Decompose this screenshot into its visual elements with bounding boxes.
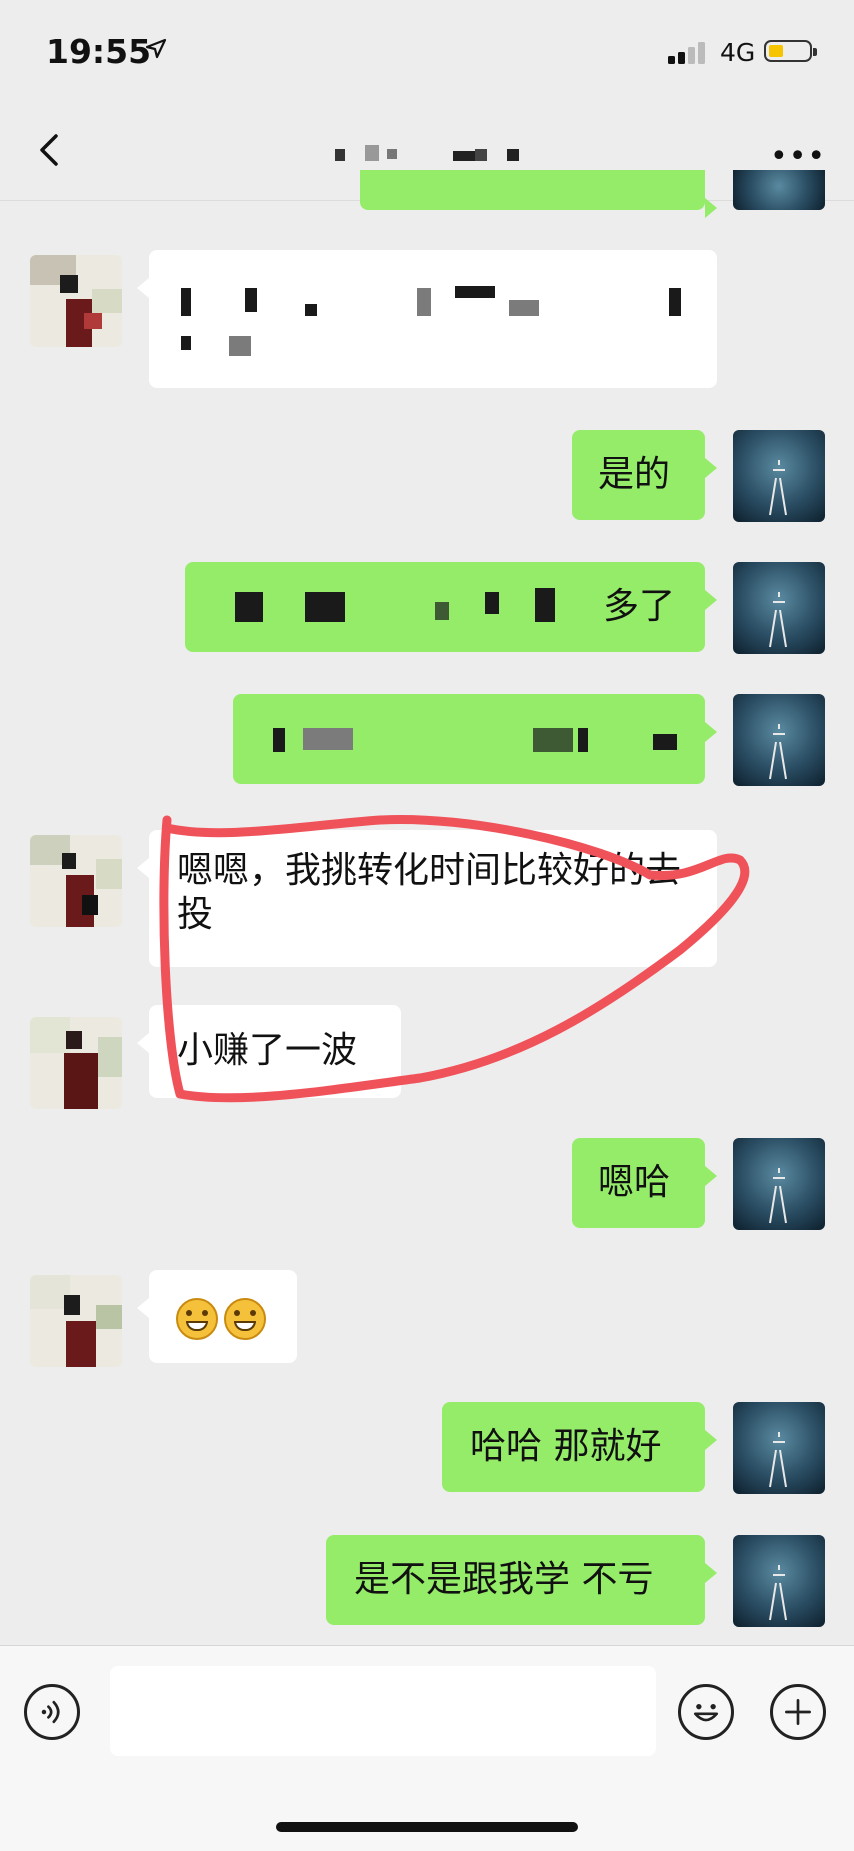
contact-avatar[interactable] xyxy=(30,835,122,927)
chevron-left-icon[interactable] xyxy=(30,130,70,170)
battery-icon xyxy=(764,40,817,62)
contact-avatar[interactable] xyxy=(30,255,122,347)
self-avatar[interactable] xyxy=(733,1402,825,1494)
message-text: 哈哈 那就好 xyxy=(470,1426,662,1467)
voice-icon[interactable] xyxy=(24,1684,80,1740)
status-bar: 19:55 4G xyxy=(0,0,854,105)
input-bar xyxy=(0,1645,854,1851)
self-avatar[interactable] xyxy=(733,1138,825,1230)
message-bubble-outgoing xyxy=(233,694,717,784)
location-arrow-icon xyxy=(145,38,167,59)
more-options-button[interactable]: ••• xyxy=(770,139,826,174)
self-avatar[interactable] xyxy=(733,1535,825,1627)
status-time: 19:55 xyxy=(46,32,152,71)
network-type: 4G xyxy=(720,38,756,67)
message-text: 小赚了一波 xyxy=(177,1030,358,1071)
message-bubble-incoming: 小赚了一波 xyxy=(137,1005,401,1098)
message-bubble-outgoing: 多了 xyxy=(185,562,717,652)
message-text: 是不是跟我学 不亏 xyxy=(354,1559,654,1600)
message-text: 多了 xyxy=(602,586,675,627)
emoji-icon[interactable] xyxy=(678,1684,734,1740)
message-bubble-outgoing: 是的 xyxy=(572,430,717,520)
self-avatar[interactable] xyxy=(733,562,825,654)
message-bubble-incoming xyxy=(137,250,717,388)
plus-icon[interactable] xyxy=(770,1684,826,1740)
chat-title-redacted xyxy=(335,145,519,161)
message-bubble-partial xyxy=(360,170,717,218)
message-text: 是的 xyxy=(598,454,671,495)
message-bubble-outgoing: 是不是跟我学 不亏 xyxy=(326,1535,717,1625)
home-indicator[interactable] xyxy=(276,1822,578,1832)
grinning-face-icon xyxy=(176,1298,218,1340)
message-text: 嗯哈 xyxy=(598,1162,671,1203)
message-text: 嗯嗯，我挑转化时间比较好的去投 xyxy=(177,850,682,935)
self-avatar-partial xyxy=(733,170,825,210)
message-input[interactable] xyxy=(110,1666,656,1756)
self-avatar[interactable] xyxy=(733,694,825,786)
message-bubble-outgoing: 嗯哈 xyxy=(572,1138,717,1228)
self-avatar[interactable] xyxy=(733,430,825,522)
contact-avatar[interactable] xyxy=(30,1275,122,1367)
contact-avatar[interactable] xyxy=(30,1017,122,1109)
grinning-face-icon xyxy=(224,1298,266,1340)
message-bubble-outgoing: 哈哈 那就好 xyxy=(442,1402,717,1492)
message-bubble-incoming: 嗯嗯，我挑转化时间比较好的去投 xyxy=(137,830,717,967)
signal-icon xyxy=(668,42,705,64)
message-bubble-incoming xyxy=(137,1270,297,1363)
